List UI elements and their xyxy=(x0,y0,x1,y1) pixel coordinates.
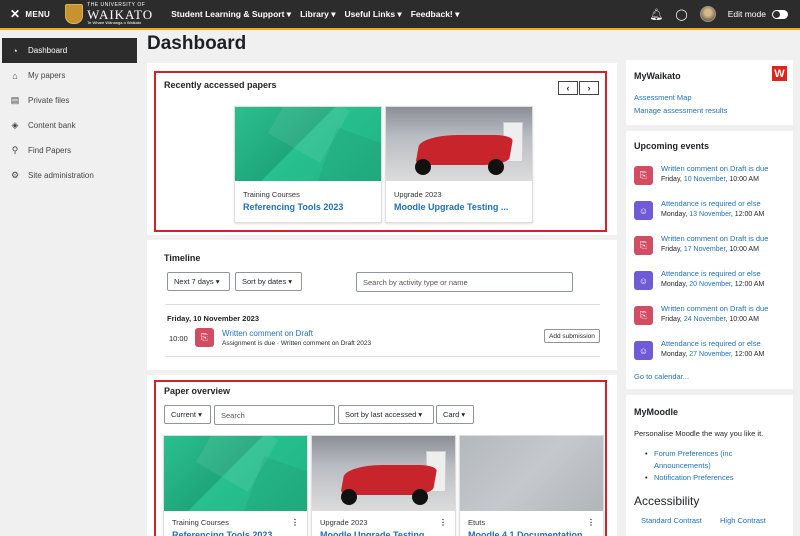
sidebar-item-label: Content bank xyxy=(28,121,76,130)
event-date-link[interactable]: 20 November xyxy=(689,281,731,288)
attendance-icon: ☺ xyxy=(634,341,653,360)
gear-icon: ⚙ xyxy=(10,170,20,180)
assignment-icon: ⎘ xyxy=(634,166,653,185)
timeline-item-sub: Assignment is due · Written comment on D… xyxy=(222,340,372,347)
event-link[interactable]: Written comment on Draft is due xyxy=(661,164,768,173)
event-date-link[interactable]: 10 November xyxy=(684,176,726,183)
divider xyxy=(165,356,600,357)
close-icon: ✕ xyxy=(10,7,21,21)
timeline-date: Friday, 10 November 2023 xyxy=(167,314,259,323)
logo-tagline: Te Whare Wānanga o Waikato xyxy=(87,20,142,25)
nav-student-learning[interactable]: Student Learning & Support ▾ xyxy=(171,9,291,20)
standard-contrast-link[interactable]: Standard Contrast xyxy=(641,516,702,525)
assessment-map-link[interactable]: Assessment Map xyxy=(634,93,692,102)
nav-feedback[interactable]: Feedback! ▾ xyxy=(411,9,460,20)
gauge-icon: ◔ xyxy=(12,45,18,56)
mywaikato-block: MyWaikato W Assessment Map Manage assess… xyxy=(626,60,793,125)
sidebar-item-label: My papers xyxy=(28,71,66,80)
primary-nav: Student Learning & Support ▾ Library ▾ U… xyxy=(171,9,459,20)
search-icon: ⚲ xyxy=(11,145,19,155)
sidebar-item-label: Private files xyxy=(28,96,70,105)
forum-preferences-link[interactable]: Forum Preferences (inc Announcements) xyxy=(644,448,784,472)
timeline-title: Timeline xyxy=(164,253,201,263)
sidebar-item-find-papers[interactable]: ⚲ Find Papers xyxy=(0,138,138,163)
cube-icon: ◈ xyxy=(11,120,19,130)
event-link[interactable]: Attendance is required or else xyxy=(661,269,761,278)
top-navbar: ✕ MENU THE UNIVERSITY OF WAIKATO Te Whar… xyxy=(0,0,800,28)
nav-library[interactable]: Library ▾ xyxy=(300,9,335,20)
event-date-link[interactable]: 13 November xyxy=(689,211,731,218)
timeline-range-select[interactable]: Next 7 days ▾ xyxy=(167,272,230,291)
upcoming-title: Upcoming events xyxy=(634,141,710,151)
crest-icon xyxy=(65,4,84,24)
file-icon: ▤ xyxy=(10,95,20,105)
highlight-box-overview xyxy=(154,380,607,536)
sidebar-item-private-files[interactable]: ▤ Private files xyxy=(0,88,138,113)
university-logo[interactable]: THE UNIVERSITY OF WAIKATO Te Whare Wānan… xyxy=(65,3,153,25)
mymoodle-block: MyMoodle Personalise Moodle the way you … xyxy=(626,395,793,536)
add-submission-button[interactable]: Add submission xyxy=(544,329,600,343)
message-icon[interactable]: ◯ xyxy=(675,8,687,21)
notification-preferences-link[interactable]: Notification Preferences xyxy=(644,472,784,484)
upcoming-events-block: Upcoming events ⎘ Written comment on Dra… xyxy=(626,131,793,389)
menu-label: MENU xyxy=(25,9,51,19)
edit-mode-label: Edit mode xyxy=(727,9,766,19)
highlight-box-recent xyxy=(154,71,607,232)
manage-assessment-link[interactable]: Manage assessment results xyxy=(634,106,727,115)
event-date-link[interactable]: 27 November xyxy=(689,351,731,358)
mywaikato-title: MyWaikato xyxy=(634,71,681,81)
menu-button[interactable]: ✕ MENU xyxy=(10,7,50,21)
accent-strip xyxy=(0,28,800,30)
bell-icon[interactable]: 🔔︎ xyxy=(649,8,663,21)
waikato-logo-icon: W xyxy=(772,66,787,81)
assignment-icon: ⎘ xyxy=(634,306,653,325)
assignment-icon: ⎘ xyxy=(195,328,214,347)
sidebar: ◔ Dashboard ⌂ My papers ▤ Private files … xyxy=(0,38,138,188)
timeline-sort-select[interactable]: Sort by dates ▾ xyxy=(235,272,302,291)
go-to-calendar-link[interactable]: Go to calendar... xyxy=(634,372,689,381)
attendance-icon: ☺ xyxy=(634,201,653,220)
event-link[interactable]: Written comment on Draft is due xyxy=(661,234,768,243)
mymoodle-intro: Personalise Moodle the way you like it. xyxy=(634,429,764,438)
timeline-item-link[interactable]: Written comment on Draft xyxy=(222,329,313,338)
timeline-search-input[interactable]: Search by activity type or name xyxy=(356,272,573,292)
timeline-time: 10:00 xyxy=(169,334,188,343)
sidebar-item-dashboard[interactable]: ◔ Dashboard xyxy=(2,38,137,63)
timeline-block: Timeline Next 7 days ▾ Sort by dates ▾ S… xyxy=(147,240,617,370)
attendance-icon: ☺ xyxy=(634,271,653,290)
accessibility-heading: Accessibility xyxy=(634,494,700,508)
event-link[interactable]: Written comment on Draft is due xyxy=(661,304,768,313)
assignment-icon: ⎘ xyxy=(634,236,653,255)
event-date-link[interactable]: 17 November xyxy=(684,246,726,253)
event-link[interactable]: Attendance is required or else xyxy=(661,339,761,348)
edit-mode-toggle[interactable] xyxy=(772,9,788,19)
graduation-cap-icon: ⌂ xyxy=(12,70,18,81)
event-link[interactable]: Attendance is required or else xyxy=(661,199,761,208)
sidebar-item-label: Dashboard xyxy=(28,46,68,55)
event-date-link[interactable]: 24 November xyxy=(684,316,726,323)
sidebar-item-my-papers[interactable]: ⌂ My papers xyxy=(0,63,138,88)
sidebar-item-content-bank[interactable]: ◈ Content bank xyxy=(0,113,138,138)
page-title: Dashboard xyxy=(147,33,247,54)
sidebar-item-label: Find Papers xyxy=(28,146,72,155)
sidebar-item-site-administration[interactable]: ⚙ Site administration xyxy=(0,163,138,188)
high-contrast-link[interactable]: High Contrast xyxy=(720,516,766,525)
avatar[interactable] xyxy=(699,6,716,22)
mymoodle-title: MyMoodle xyxy=(634,407,678,417)
sidebar-item-label: Site administration xyxy=(28,171,94,180)
divider xyxy=(165,304,600,305)
nav-useful-links[interactable]: Useful Links ▾ xyxy=(345,9,402,20)
